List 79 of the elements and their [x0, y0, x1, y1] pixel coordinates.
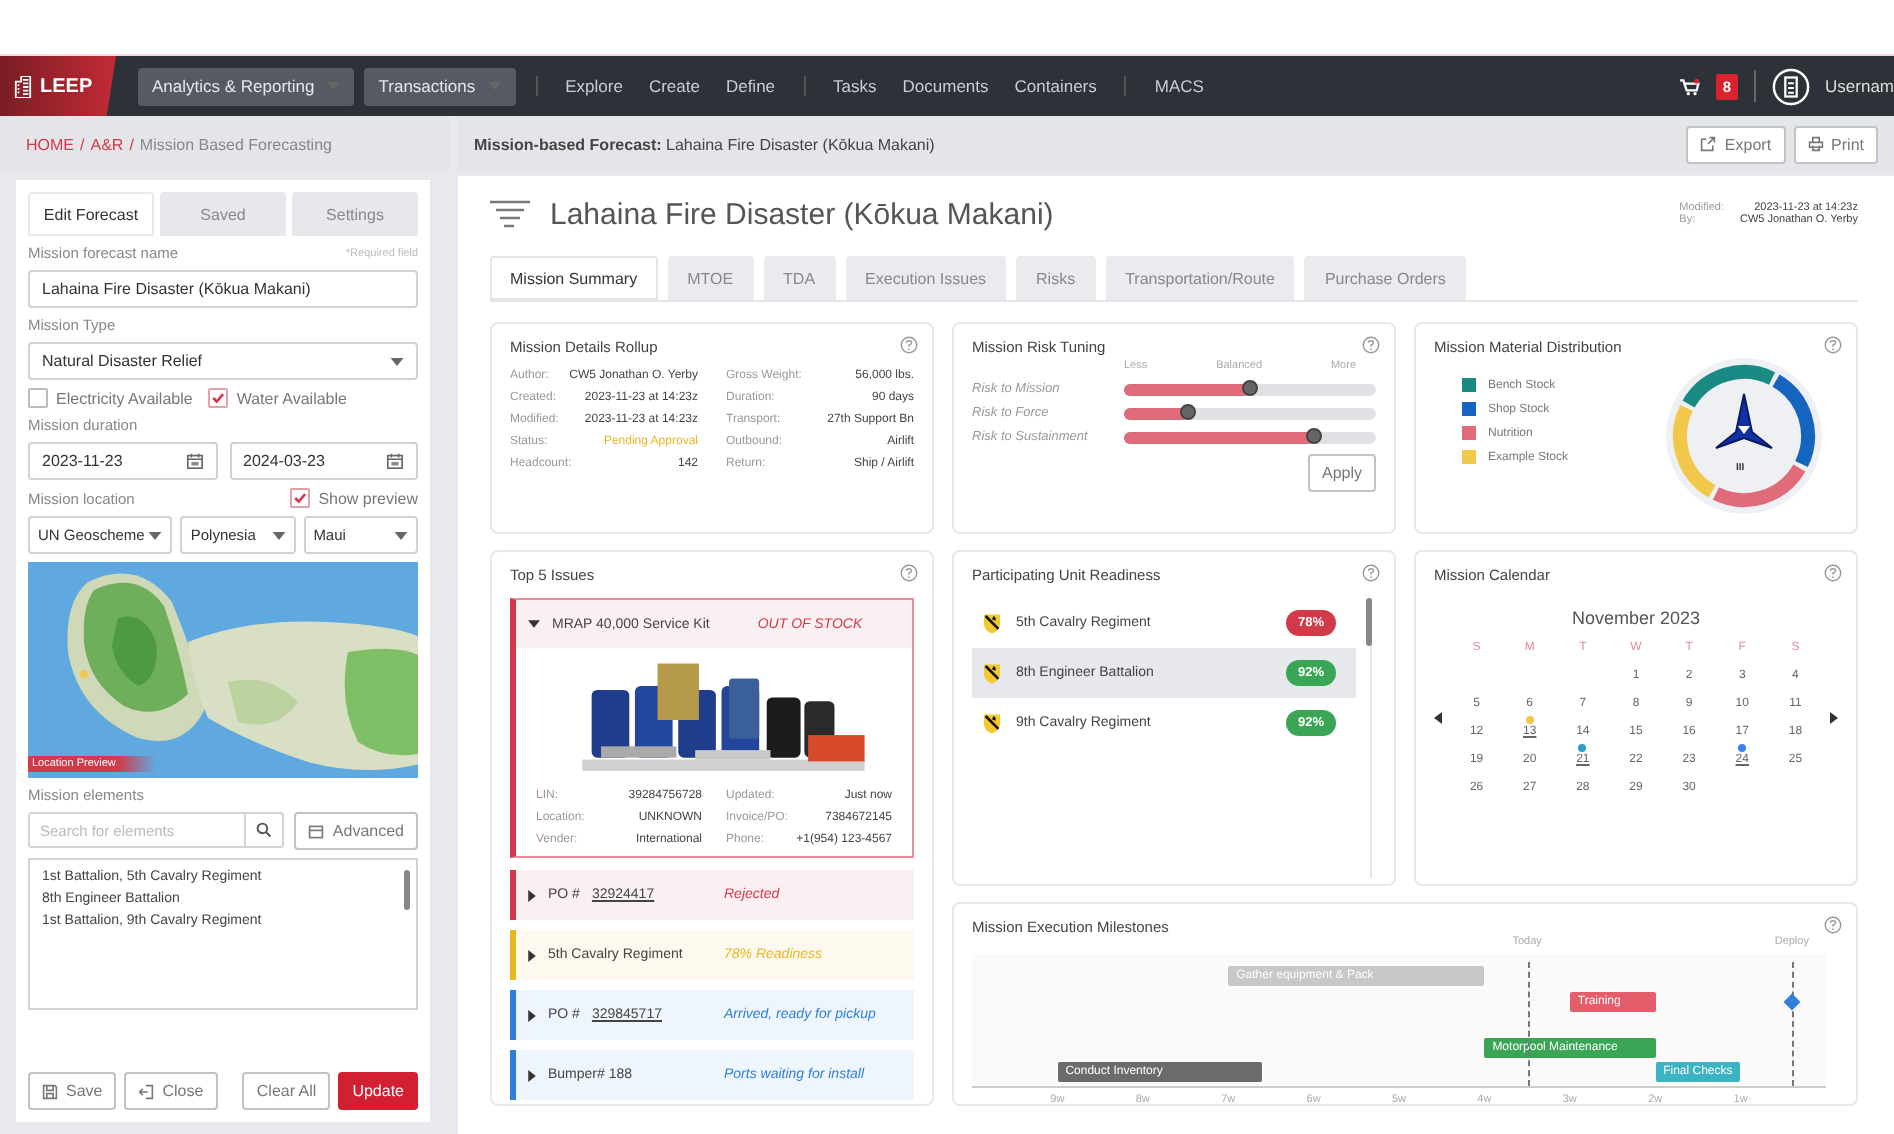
risk-slider[interactable]	[1124, 407, 1376, 419]
caret-icon	[394, 531, 409, 539]
nav-link[interactable]: Documents	[894, 76, 997, 96]
nav-dropdown[interactable]: Analytics & Reporting	[138, 67, 355, 105]
print-button[interactable]: Print	[1793, 125, 1878, 163]
help-icon[interactable]	[1362, 564, 1380, 582]
help-icon[interactable]	[900, 336, 918, 354]
risk-slider[interactable]	[1124, 431, 1376, 443]
cart-icon[interactable]	[1680, 77, 1701, 95]
exit-icon	[138, 1083, 155, 1099]
save-icon	[42, 1083, 58, 1099]
nav-link[interactable]: Create	[640, 76, 708, 96]
help-icon[interactable]	[1824, 564, 1842, 582]
clear-button[interactable]: Clear All	[242, 1072, 331, 1110]
marker-line	[1527, 962, 1530, 1086]
help-icon[interactable]	[900, 564, 918, 582]
update-button[interactable]: Update	[338, 1072, 418, 1110]
help-icon[interactable]	[1362, 336, 1380, 354]
scrollbar[interactable]	[404, 870, 410, 910]
content-tab[interactable]: Mission Summary	[490, 256, 658, 300]
save-button[interactable]: Save	[28, 1072, 117, 1110]
shield-icon	[984, 663, 1000, 683]
expand-caret-icon[interactable]	[528, 1069, 536, 1081]
collapse-caret-icon[interactable]	[528, 620, 540, 628]
nav-link[interactable]: Tasks	[825, 76, 885, 96]
page-title: Lahaina Fire Disaster (Kōkua Makani)	[550, 197, 1056, 231]
shield-icon	[984, 713, 1000, 733]
breadcrumb-link[interactable]: A&R	[90, 135, 124, 153]
app-logo[interactable]: LEEP	[0, 56, 116, 116]
breadcrumb-separator: /	[129, 135, 134, 153]
name-input[interactable]: Lahaina Fire Disaster (Kōkua Makani)	[28, 270, 418, 308]
export-icon	[1700, 136, 1717, 152]
breadcrumb-current: Mission Based Forecasting	[139, 135, 332, 153]
page-header: Mission-based Forecast: Lahaina Fire Disaster (Kōkua Makani)	[474, 135, 937, 153]
caret-icon	[271, 531, 286, 539]
calendar-month: November 2023	[1569, 608, 1703, 628]
checkbox-label[interactable]: Water Available	[236, 389, 347, 407]
expand-caret-icon[interactable]	[528, 949, 536, 961]
date-field[interactable]: 2024-03-23	[229, 442, 418, 480]
previous-icon[interactable]	[1434, 712, 1442, 724]
type-select[interactable]: Natural Disaster Relief	[28, 342, 418, 380]
building-icon	[14, 75, 32, 97]
nav-link[interactable]: Explore	[557, 76, 631, 96]
checkbox[interactable]	[208, 388, 229, 408]
shield-icon	[984, 613, 1000, 633]
advanced-button[interactable]: Advanced	[294, 812, 418, 850]
help-icon[interactable]	[1824, 336, 1842, 354]
next-icon[interactable]	[1830, 712, 1838, 724]
expand-caret-icon[interactable]	[528, 1009, 536, 1021]
nav-link[interactable]: MACS	[1146, 76, 1212, 96]
checkbox[interactable]	[290, 488, 311, 508]
nav-dropdown[interactable]: Transactions	[364, 67, 516, 105]
checkbox-label[interactable]: Show preview	[318, 489, 418, 507]
nav-link[interactable]: Containers	[1006, 76, 1105, 96]
caret-icon	[148, 531, 163, 539]
checkbox-label[interactable]: Electricity Available	[56, 389, 193, 407]
user-name[interactable]: Usernam	[1825, 76, 1894, 96]
breadcrumb-separator: /	[80, 135, 85, 153]
risk-slider[interactable]	[1124, 383, 1376, 395]
export-button[interactable]: Export	[1686, 125, 1786, 163]
nav-link[interactable]: Define	[717, 76, 784, 96]
calendar-icon	[308, 823, 325, 839]
panel-tab[interactable]: Edit Forecast	[28, 192, 154, 236]
checkbox[interactable]	[28, 388, 48, 408]
date-field[interactable]: 2023-11-23	[28, 442, 217, 480]
breadcrumb-link[interactable]: HOME	[26, 135, 74, 153]
star-emblem-icon	[1714, 392, 1774, 452]
apply-button[interactable]: Apply	[1307, 454, 1376, 492]
avatar-icon[interactable]	[1771, 67, 1810, 105]
close-button[interactable]: Close	[124, 1072, 218, 1110]
scrollbar[interactable]	[1366, 598, 1372, 646]
calendar-icon[interactable]	[185, 452, 203, 470]
caret-icon	[390, 357, 404, 365]
calendar-icon[interactable]	[386, 452, 404, 470]
print-icon	[1807, 136, 1824, 152]
help-icon[interactable]	[1824, 916, 1842, 934]
expand-caret-icon[interactable]	[528, 889, 536, 901]
search-icon[interactable]	[256, 822, 273, 838]
filter-lines-icon	[490, 198, 530, 230]
